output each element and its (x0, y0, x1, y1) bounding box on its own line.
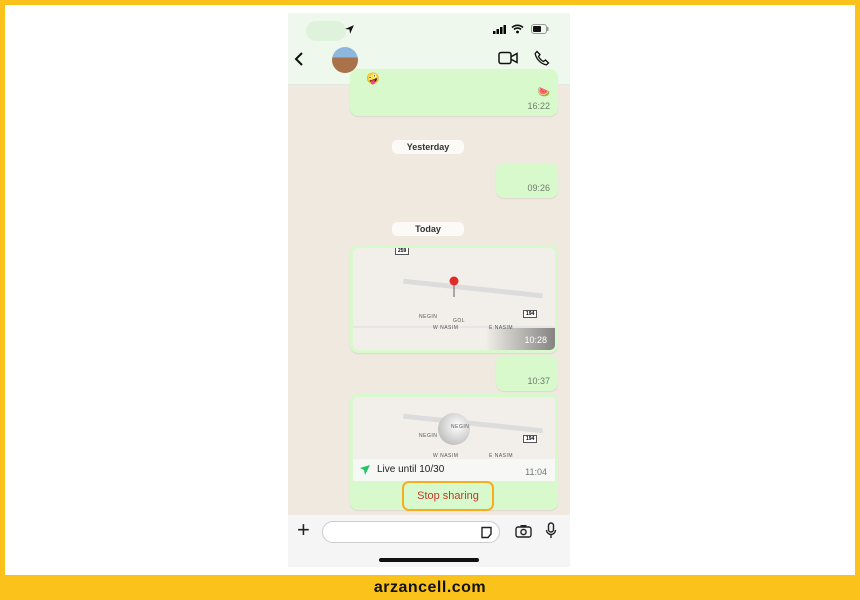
map-pin-icon (449, 276, 459, 297)
map-thumbnail[interactable]: 259 194 NEGIN GOL W NASIM E NASIM 10:28 (353, 248, 555, 350)
status-bar (288, 13, 570, 47)
plus-icon[interactable]: + (297, 517, 310, 543)
stop-sharing-button[interactable]: Stop sharing (402, 481, 494, 511)
date-separator: Today (392, 222, 464, 236)
signal-icon (493, 25, 506, 34)
camera-icon[interactable] (515, 524, 532, 538)
message-time: 10:37 (527, 376, 550, 386)
chat-screen: 🤪 🍉 16:22 Yesterday 09:26 Today 259 194 … (288, 13, 570, 567)
highway-shield: 194 (523, 435, 538, 443)
date-separator: Yesterday (392, 140, 464, 154)
phone-icon[interactable] (534, 50, 550, 66)
live-info-bar: Live until 10/30 11:04 (353, 459, 555, 481)
map-label: NEGIN (419, 314, 438, 320)
sticker-icon[interactable] (480, 526, 493, 539)
video-camera-icon[interactable] (498, 51, 518, 65)
map-label: NEGIN (419, 433, 438, 439)
message-bubble[interactable]: 10:37 (496, 356, 558, 391)
message-time: 11:04 (525, 467, 547, 477)
location-arrow-icon (345, 25, 354, 34)
map-label: GOL (453, 318, 466, 324)
map-label: W NASIM (433, 325, 459, 331)
message-time: 09:26 (527, 183, 550, 193)
microphone-icon[interactable] (545, 522, 557, 539)
highway-shield: 194 (523, 310, 538, 318)
location-message[interactable]: 259 194 NEGIN GOL W NASIM E NASIM 10:28 (350, 245, 558, 353)
message-time: 16:22 (527, 101, 550, 111)
redacted-time (306, 21, 346, 41)
chevron-left-icon[interactable] (294, 52, 306, 66)
wifi-icon (511, 24, 524, 34)
home-indicator (379, 558, 479, 562)
map-label: NEGIN (451, 424, 470, 430)
message-time: 10:28 (524, 335, 547, 345)
emoji: 🍉 (537, 87, 550, 98)
live-until-text: Live until 10/30 (377, 464, 445, 475)
highway-shield: 259 (395, 248, 410, 255)
live-location-icon (360, 465, 370, 475)
message-bubble[interactable]: 🤪 🍉 16:22 (350, 69, 558, 116)
watermark: arzancell.com (373, 579, 487, 596)
message-bubble[interactable]: 09:26 (496, 163, 558, 198)
battery-icon (531, 24, 549, 34)
message-input[interactable] (322, 521, 500, 543)
composer-bar: + (288, 515, 570, 567)
emoji: 🤪 (366, 73, 380, 85)
